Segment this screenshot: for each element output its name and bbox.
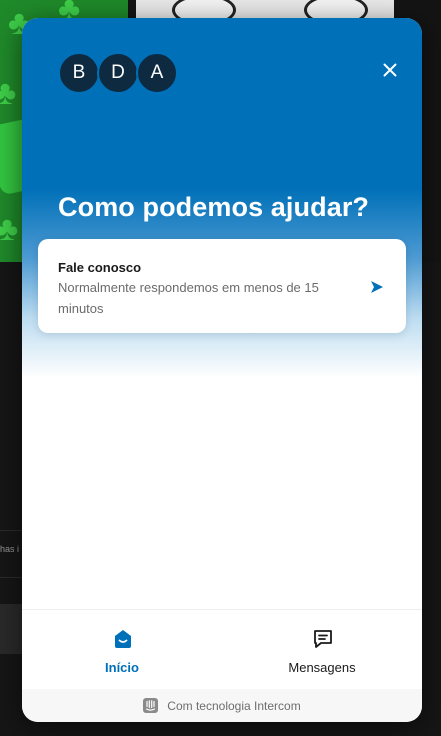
background-text-fragment: has i: [0, 544, 20, 554]
contact-card-subtitle: Normalmente respondemos em menos de 15 m…: [58, 280, 319, 316]
contact-card-title: Fale conosco: [58, 260, 142, 275]
team-avatars: B D A: [58, 52, 178, 94]
chat-bubble-icon: [314, 630, 332, 648]
close-button[interactable]: [376, 56, 404, 84]
avatar: B: [58, 52, 100, 94]
background-divider: [0, 530, 22, 531]
close-icon: [383, 63, 397, 77]
tab-messages-label: Mensagens: [288, 660, 356, 675]
tab-home[interactable]: Início: [22, 610, 222, 690]
tab-messages[interactable]: Mensagens: [222, 610, 422, 690]
home-icon: [115, 630, 131, 648]
send-arrow-icon: [371, 281, 383, 293]
bottom-navigation: Início Mensagens: [22, 609, 422, 690]
background-divider: [0, 577, 22, 578]
avatar: D: [97, 52, 139, 94]
background-block: [0, 604, 22, 654]
avatar: A: [136, 52, 178, 94]
powered-by-link[interactable]: Com tecnologia Intercom: [22, 689, 422, 722]
intercom-logo-icon: [143, 698, 159, 713]
page-title: Como podemos ajudar?: [58, 192, 370, 222]
contact-us-card[interactable]: Fale conosco Normalmente respondemos em …: [38, 239, 406, 333]
messenger-window: B D A Como podemos ajudar? Fale conosco …: [22, 18, 422, 722]
tab-home-label: Início: [105, 660, 139, 675]
powered-by-text: Com tecnologia Intercom: [167, 698, 301, 713]
